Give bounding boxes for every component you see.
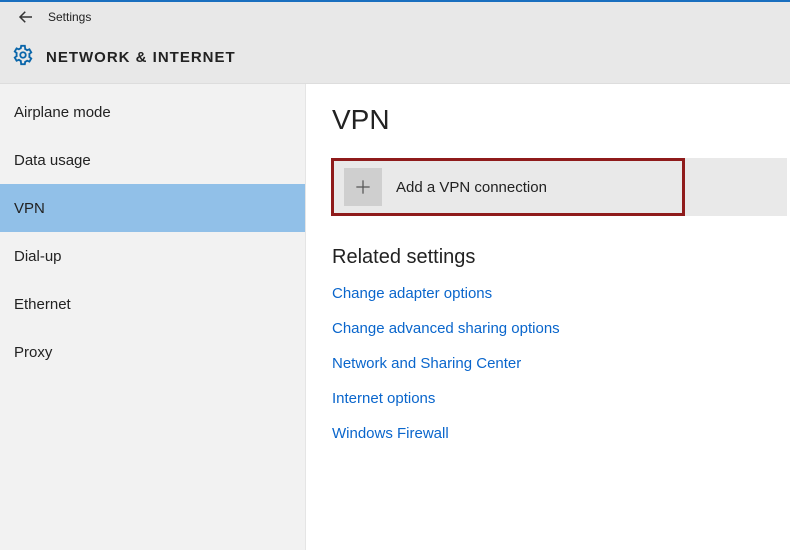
related-settings-title: Related settings (332, 246, 790, 269)
category-title: NETWORK & INTERNET (46, 49, 236, 66)
content-pane: VPN Add a VPN connection Related setting… (306, 84, 790, 550)
sidebar-item-ethernet[interactable]: Ethernet (0, 280, 305, 328)
sidebar-item-label: VPN (14, 200, 45, 217)
title-bar: Settings (0, 2, 790, 32)
sidebar-item-airplane-mode[interactable]: Airplane mode (0, 88, 305, 136)
add-vpn-label: Add a VPN connection (396, 179, 547, 196)
add-vpn-button[interactable]: Add a VPN connection (331, 158, 685, 216)
sidebar-item-dial-up[interactable]: Dial-up (0, 232, 305, 280)
link-change-adapter-options[interactable]: Change adapter options (332, 285, 492, 302)
sidebar-item-label: Data usage (14, 152, 91, 169)
back-button[interactable] (8, 2, 44, 32)
category-header: NETWORK & INTERNET (0, 32, 790, 84)
page-title: VPN (332, 104, 790, 136)
add-vpn-row-background: Add a VPN connection (331, 158, 787, 216)
sidebar-item-vpn[interactable]: VPN (0, 184, 305, 232)
sidebar: Airplane mode Data usage VPN Dial-up Eth… (0, 84, 306, 550)
sidebar-item-data-usage[interactable]: Data usage (0, 136, 305, 184)
sidebar-item-label: Ethernet (14, 296, 71, 313)
plus-icon (344, 168, 382, 206)
link-network-and-sharing-center[interactable]: Network and Sharing Center (332, 355, 521, 372)
link-internet-options[interactable]: Internet options (332, 390, 435, 407)
window-title: Settings (44, 10, 91, 24)
sidebar-item-label: Airplane mode (14, 104, 111, 121)
gear-icon (12, 44, 34, 71)
back-arrow-icon (17, 8, 35, 26)
link-change-advanced-sharing-options[interactable]: Change advanced sharing options (332, 320, 560, 337)
sidebar-item-label: Proxy (14, 344, 52, 361)
sidebar-item-label: Dial-up (14, 248, 62, 265)
link-windows-firewall[interactable]: Windows Firewall (332, 425, 449, 442)
sidebar-item-proxy[interactable]: Proxy (0, 328, 305, 376)
